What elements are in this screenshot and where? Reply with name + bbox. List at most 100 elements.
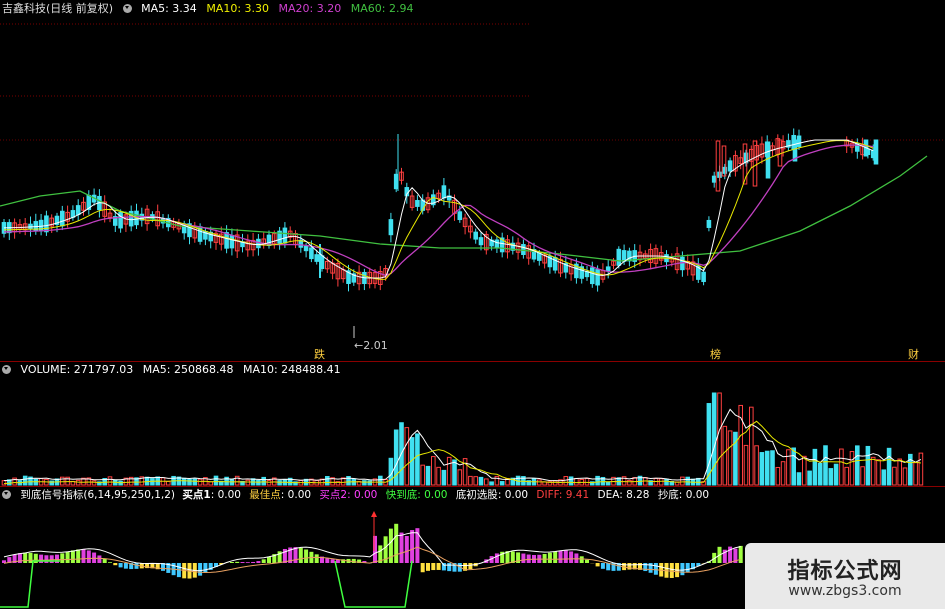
volume-bar xyxy=(876,459,881,486)
indicator-bar xyxy=(410,530,415,563)
volume-bar xyxy=(473,476,478,486)
volume-bar xyxy=(537,479,542,486)
marker-list[interactable]: 榜 xyxy=(710,346,721,362)
volume-bar xyxy=(780,461,786,486)
initial-value: : 0.00 xyxy=(497,489,529,501)
candle-body xyxy=(706,219,712,228)
indicator-bar xyxy=(431,563,436,571)
volume-bar xyxy=(1,480,7,486)
indicator-bar xyxy=(627,563,632,570)
volume-bar xyxy=(881,469,887,486)
volume-bar xyxy=(865,445,871,486)
indicator-bar xyxy=(118,563,123,568)
candle-body xyxy=(478,237,484,246)
volume-bar xyxy=(627,479,632,486)
volume-bar xyxy=(75,479,81,486)
indicator-name[interactable]: 到底信号指标(6,14,95,250,1,2) xyxy=(20,489,175,501)
indicator-bar xyxy=(685,563,690,573)
buy2-value: : 0.00 xyxy=(347,489,378,501)
volume-bar xyxy=(91,480,97,486)
candle-body xyxy=(393,173,399,190)
volume-bar xyxy=(886,447,892,486)
candle-body xyxy=(616,248,622,266)
volume-bar xyxy=(552,480,558,486)
volume-bar xyxy=(404,427,410,486)
volume-bar xyxy=(425,465,431,486)
marker-fin[interactable]: 财 xyxy=(908,346,919,362)
volume-bar xyxy=(664,478,669,486)
indicator-bar xyxy=(113,563,118,566)
indicator-bar xyxy=(92,552,97,563)
indicator-bar xyxy=(330,559,335,563)
candle-body xyxy=(765,141,771,179)
volume-bar xyxy=(717,392,722,486)
indicator-bar xyxy=(203,563,208,573)
indicator-bar xyxy=(542,553,547,563)
indicator-bar xyxy=(585,559,589,563)
volume-bar xyxy=(192,478,198,486)
volume-chart[interactable] xyxy=(0,378,945,486)
indicator-bar xyxy=(298,547,303,563)
volume-bar xyxy=(743,444,749,486)
volume-bar xyxy=(870,456,876,486)
indicator-bar xyxy=(70,550,75,563)
candle-body xyxy=(590,267,595,285)
marker-drop[interactable]: 跌 xyxy=(314,346,325,362)
volume-bar xyxy=(60,476,65,486)
volume-bar xyxy=(107,476,113,486)
candle-body xyxy=(309,247,314,260)
volume-bar xyxy=(478,476,484,486)
indicator-bar xyxy=(738,545,743,563)
price-chart[interactable] xyxy=(0,16,945,364)
indicator-bar xyxy=(447,563,452,572)
indicator-bottom-signal-left xyxy=(0,560,60,608)
indicator-bar xyxy=(553,551,558,563)
volume-bar xyxy=(775,466,781,486)
volume-bar xyxy=(759,452,765,486)
volume-bar xyxy=(918,452,924,486)
watermark: 指标公式网 www.zbgs3.com xyxy=(745,543,945,609)
volume-bar xyxy=(362,480,367,486)
indicator-bar xyxy=(325,558,330,563)
initial-label: 底初选股 xyxy=(455,489,498,501)
indicator-bar xyxy=(229,561,234,563)
indicator-bar xyxy=(404,536,409,563)
indicator-bar xyxy=(547,552,552,563)
volume-ma10-line xyxy=(3,420,921,485)
candle-body xyxy=(796,135,802,147)
volume-bar xyxy=(213,475,219,486)
candle-body xyxy=(605,266,611,272)
volume-bar xyxy=(722,425,728,486)
volume-bar xyxy=(441,469,447,486)
volume-bar xyxy=(823,445,828,486)
indicator-bar xyxy=(394,523,399,563)
buy-signal-arrow-icon xyxy=(371,511,377,517)
indicator-bar xyxy=(251,561,256,563)
candle-body xyxy=(415,200,420,207)
indicator-bar xyxy=(680,563,685,576)
indicator-bar xyxy=(526,554,531,563)
chaodi-value: 抄底: 0.00 xyxy=(657,489,710,501)
stock-title[interactable]: 吉鑫科技(日线 前复权) xyxy=(2,2,113,15)
volume-bar xyxy=(833,463,839,486)
indicator-bar xyxy=(420,563,425,573)
candle-body xyxy=(229,234,235,249)
volume-bar xyxy=(415,433,420,486)
volume-bar xyxy=(786,449,791,486)
indicator-bar xyxy=(314,554,319,563)
candle-body xyxy=(441,185,447,199)
indicator-bar xyxy=(102,558,107,563)
dea-value: DEA: 8.28 xyxy=(597,489,650,501)
indicator-bar xyxy=(198,563,203,576)
volume-dropdown-icon[interactable] xyxy=(2,365,11,374)
volume-ma10: MA10: 248488.41 xyxy=(242,363,341,376)
indicator-dropdown-icon[interactable] xyxy=(2,490,11,499)
volume-bar xyxy=(855,445,860,486)
candle-body xyxy=(75,205,81,216)
ma5-value: MA5: 3.34 xyxy=(141,2,197,15)
indicator-bar xyxy=(256,561,261,563)
indicator-bar xyxy=(468,563,473,569)
indicator-bar xyxy=(235,561,240,563)
settings-dropdown-icon[interactable] xyxy=(122,4,132,13)
volume-bar xyxy=(764,450,770,486)
